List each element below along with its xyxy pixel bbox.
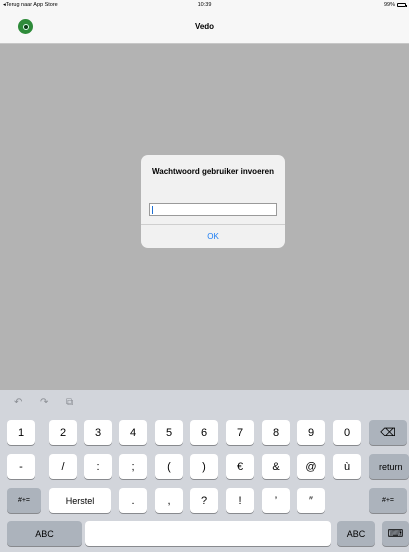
key-ampersand[interactable]: & [262, 454, 290, 479]
key-exclamation[interactable]: ! [226, 488, 254, 513]
abc-key-right[interactable]: ABC [337, 521, 375, 546]
status-bar: ◂Terug naar App Store 10:39 99% [0, 0, 409, 9]
redo-icon[interactable]: ↷ [40, 397, 48, 408]
symbols-shift-key[interactable]: #+= [7, 488, 41, 513]
key-question[interactable]: ? [190, 488, 218, 513]
page-title: Vedo [194, 22, 215, 31]
on-screen-keyboard: ↶ ↷ ⧉ 1 2 3 4 5 6 7 8 9 0 ⌫ - / : ; ( ) … [0, 390, 409, 552]
return-key[interactable]: return [369, 454, 409, 479]
text-caret [152, 206, 153, 214]
key-euro[interactable]: € [226, 454, 254, 479]
key-u-grave[interactable]: ù [333, 454, 361, 479]
key-8[interactable]: 8 [262, 420, 290, 445]
key-apostrophe[interactable]: ’ [262, 488, 290, 513]
key-comma[interactable]: , [155, 488, 183, 513]
ok-button[interactable]: OK [141, 225, 285, 248]
battery-icon [397, 2, 407, 7]
key-slash[interactable]: / [49, 454, 77, 479]
key-0[interactable]: 0 [333, 420, 361, 445]
status-time: 10:39 [197, 1, 212, 8]
paste-icon[interactable]: ⧉ [66, 397, 73, 408]
abc-key-left[interactable]: ABC [7, 521, 82, 546]
key-4[interactable]: 4 [119, 420, 147, 445]
key-colon[interactable]: : [84, 454, 112, 479]
key-at[interactable]: @ [297, 454, 325, 479]
key-open-paren[interactable]: ( [155, 454, 183, 479]
symbols-shift-key-right[interactable]: #+= [369, 488, 407, 513]
key-period[interactable]: . [119, 488, 147, 513]
battery-percentage: 99% [383, 1, 395, 8]
key-6[interactable]: 6 [190, 420, 218, 445]
backspace-icon[interactable]: ⌫ [369, 420, 407, 445]
dialog-title: Wachtwoord gebruiker invoeren [152, 167, 274, 176]
undo-icon[interactable]: ↶ [14, 397, 22, 408]
key-close-paren[interactable]: ) [190, 454, 218, 479]
key-3[interactable]: 3 [84, 420, 112, 445]
key-semicolon[interactable]: ; [119, 454, 147, 479]
keyboard-dismiss-icon[interactable]: ⌨ [382, 521, 409, 546]
key-9[interactable]: 9 [297, 420, 325, 445]
key-5[interactable]: 5 [155, 420, 183, 445]
key-2[interactable]: 2 [49, 420, 77, 445]
password-input[interactable] [149, 203, 277, 216]
battery-status: 99% [383, 1, 407, 8]
key-1[interactable]: 1 [7, 420, 35, 445]
password-dialog: Wachtwoord gebruiker invoeren OK [141, 155, 285, 248]
key-hyphen[interactable]: - [7, 454, 35, 479]
key-7[interactable]: 7 [226, 420, 254, 445]
key-double-prime[interactable]: ″ [297, 488, 325, 513]
keyboard-shortcut-bar: ↶ ↷ ⧉ [0, 390, 409, 418]
space-bar[interactable] [85, 521, 331, 546]
herstel-key[interactable]: Herstel [49, 488, 111, 513]
navigation-bar: Vedo [0, 9, 409, 44]
